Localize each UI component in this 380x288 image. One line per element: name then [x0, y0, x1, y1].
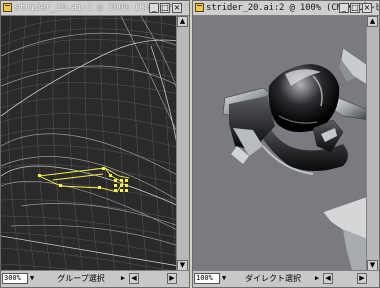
dropdown-arrow-icon[interactable]: ▼: [30, 273, 39, 284]
scroll-right-icon[interactable]: ▶: [357, 273, 367, 284]
outline-artwork: [1, 16, 177, 271]
right-window-titlebar[interactable]: strider_20.ai:2 @ 100% (CMYK/プレビュー _ □ ×: [193, 1, 379, 16]
dropdown-arrow-icon[interactable]: ▶: [313, 273, 321, 284]
outline-canvas[interactable]: [1, 16, 177, 271]
minimize-icon[interactable]: _: [339, 3, 349, 13]
preview-artwork: [193, 16, 367, 271]
preview-canvas[interactable]: [193, 16, 367, 271]
right-status-bar: 100% ▼ ダイレクト選択 ▶ ◀ ▶: [193, 270, 379, 287]
minimize-icon[interactable]: _: [149, 3, 159, 13]
left-vertical-scrollbar[interactable]: ▲ ▼: [176, 16, 189, 271]
zoom-field[interactable]: 100%: [194, 273, 220, 284]
dropdown-arrow-icon[interactable]: ▶: [119, 273, 127, 284]
current-tool-label[interactable]: グループ選択: [43, 273, 119, 284]
left-status-bar: 300% ▼ グループ選択 ▶ ◀ ▶: [1, 270, 189, 287]
left-window-titlebar[interactable]: strider_20.ai:1 @ 300% (CMYK/アウトライン) _ □…: [1, 1, 189, 16]
right-document-window[interactable]: strider_20.ai:2 @ 100% (CMYK/プレビュー _ □ ×: [192, 0, 380, 288]
document-icon: [3, 3, 12, 12]
document-icon: [195, 3, 204, 12]
scroll-left-icon[interactable]: ◀: [129, 273, 139, 284]
close-icon[interactable]: ×: [172, 3, 182, 13]
maximize-icon[interactable]: □: [160, 3, 170, 13]
right-vertical-scrollbar[interactable]: ▲ ▼: [366, 16, 379, 271]
left-document-window[interactable]: strider_20.ai:1 @ 300% (CMYK/アウトライン) _ □…: [0, 0, 190, 288]
dropdown-arrow-icon[interactable]: ▼: [222, 273, 231, 284]
zoom-field[interactable]: 300%: [2, 273, 28, 284]
close-icon[interactable]: ×: [362, 3, 372, 13]
scroll-up-icon[interactable]: ▲: [177, 16, 188, 27]
scroll-right-icon[interactable]: ▶: [167, 273, 177, 284]
scroll-left-icon[interactable]: ◀: [323, 273, 333, 284]
maximize-icon[interactable]: □: [350, 3, 360, 13]
current-tool-label[interactable]: ダイレクト選択: [233, 273, 313, 284]
scroll-up-icon[interactable]: ▲: [367, 16, 378, 27]
